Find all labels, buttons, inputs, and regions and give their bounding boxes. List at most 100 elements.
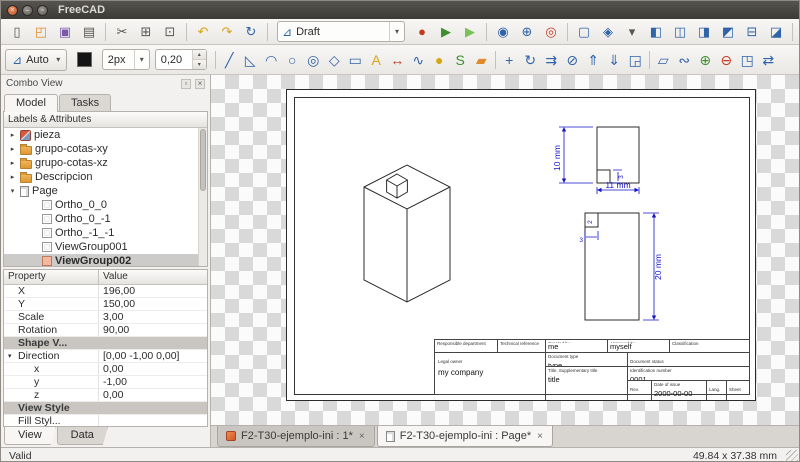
draft-polygon-icon[interactable]: ◇ xyxy=(324,48,345,72)
draft-ellipse-icon[interactable]: ◎ xyxy=(303,48,324,72)
panel-close-icon[interactable]: × xyxy=(195,79,205,89)
paste-icon[interactable]: ⊡ xyxy=(159,21,181,43)
expander-icon[interactable]: ▸ xyxy=(8,173,17,181)
property-row-scale[interactable]: Scale 3,00 xyxy=(4,311,207,324)
view-fit-icon[interactable]: ▢ xyxy=(573,21,595,43)
draft-scale-icon[interactable]: ◲ xyxy=(625,48,646,72)
property-row-x[interactable]: X 196,00 xyxy=(4,285,207,298)
property-value[interactable]: 150,00 xyxy=(99,298,207,310)
view-left-icon[interactable]: ◪ xyxy=(765,21,787,43)
view-dropdown-caret-icon[interactable]: ▾ xyxy=(621,21,643,43)
save-icon[interactable]: ▣ xyxy=(54,21,76,43)
tree-item-grupo-cotas-xz[interactable]: ▸ grupo-cotas-xz xyxy=(4,156,207,170)
view-front-icon[interactable]: ◧ xyxy=(645,21,667,43)
draft-arc-icon[interactable]: ◠ xyxy=(261,48,282,72)
draft-add-point-icon[interactable]: ⊕ xyxy=(695,48,716,72)
draft-edit-icon[interactable]: ▱ xyxy=(653,48,674,72)
draft-upgrade-icon[interactable]: ⇑ xyxy=(583,48,604,72)
draft-to-sketch-icon[interactable]: ⇄ xyxy=(758,48,779,72)
isometric-view[interactable] xyxy=(364,165,450,302)
working-plane-button[interactable]: ⊿ Auto ▾ xyxy=(5,49,67,71)
doc-tab-model[interactable]: F2-T30-ejemplo-ini : 1* × xyxy=(217,426,375,447)
macro-play-icon[interactable]: ▶ xyxy=(435,21,457,43)
draft-wire-icon[interactable]: ◺ xyxy=(240,48,261,72)
property-value[interactable]: 90,00 xyxy=(99,324,207,336)
draft-text-icon[interactable]: A xyxy=(366,48,387,72)
chevron-down-icon[interactable]: ▾ xyxy=(134,50,149,69)
tree-item-ortho-0-0[interactable]: Ortho_0_0 xyxy=(4,198,207,212)
tree-item-viewgroup001[interactable]: ViewGroup001 xyxy=(4,240,207,254)
zoom-in-icon[interactable]: ⊕ xyxy=(516,21,538,43)
refresh-icon[interactable]: ↻ xyxy=(240,21,262,43)
cut-icon[interactable]: ✂ xyxy=(111,21,133,43)
dimension-notch-3b[interactable]: 3 xyxy=(579,237,583,244)
draft-circle-icon[interactable]: ○ xyxy=(282,48,303,72)
window-close-button[interactable]: × xyxy=(7,5,18,16)
draft-bspline-icon[interactable]: ∿ xyxy=(408,48,429,72)
draft-move-icon[interactable]: + xyxy=(499,48,520,72)
property-value[interactable]: 0,00 xyxy=(99,363,207,375)
new-file-icon[interactable]: ▯ xyxy=(6,21,28,43)
draft-dimension-icon[interactable]: ↔ xyxy=(387,48,408,72)
window-minimize-button[interactable]: – xyxy=(22,5,33,16)
dimension-10mm[interactable]: 10 mm xyxy=(552,145,562,171)
scale-spinbox[interactable]: 0,20 ▴ ▾ xyxy=(155,49,207,70)
tree-item-viewgroup002[interactable]: ViewGroup002 xyxy=(4,254,207,266)
property-value[interactable]: 196,00 xyxy=(99,285,207,297)
workbench-selector[interactable]: ⊿ Draft ▾ xyxy=(277,21,405,42)
window-maximize-button[interactable]: ▫ xyxy=(37,5,48,16)
property-value[interactable]: [0,00 -1,00 0,00] xyxy=(99,350,207,362)
drawing-view-canvas[interactable]: 10 mm 11 mm 20 mm 3 2 3 Responsible dep xyxy=(211,75,799,425)
expander-icon[interactable]: ▾ xyxy=(8,187,17,195)
property-row-rotation[interactable]: Rotation 90,00 xyxy=(4,324,207,337)
draft-delete-point-icon[interactable]: ⊖ xyxy=(716,48,737,72)
titlebar[interactable]: ×–▫ FreeCAD xyxy=(1,1,799,19)
property-row-fill-style[interactable]: Fill Styl... xyxy=(4,415,207,427)
view-rear-icon[interactable]: ◩ xyxy=(717,21,739,43)
scrollbar-thumb[interactable] xyxy=(200,129,206,191)
macro-record-icon[interactable]: ● xyxy=(411,21,433,43)
tree-scrollbar[interactable] xyxy=(198,128,207,266)
property-row-direction-z[interactable]: z 0,00 xyxy=(4,389,207,402)
print-icon[interactable]: ▤ xyxy=(78,21,100,43)
tab-model[interactable]: Model xyxy=(4,94,58,112)
draft-line-icon[interactable]: ╱ xyxy=(219,48,240,72)
dimension-20mm[interactable]: 20 mm xyxy=(653,254,663,280)
view-right-icon[interactable]: ◨ xyxy=(693,21,715,43)
dimension-notch-3[interactable]: 3 xyxy=(618,175,625,179)
property-row-direction[interactable]: ▾Direction [0,00 -1,00 0,00] xyxy=(4,350,207,363)
draft-downgrade-icon[interactable]: ⇓ xyxy=(604,48,625,72)
draft-shapestring-icon[interactable]: S xyxy=(450,48,471,72)
navigation-style-icon[interactable]: ◉ xyxy=(492,21,514,43)
draft-point-icon[interactable]: ● xyxy=(429,48,450,72)
draft-trimex-icon[interactable]: ⊘ xyxy=(562,48,583,72)
tree-item-page[interactable]: ▾ Page xyxy=(4,184,207,198)
tab-tasks[interactable]: Tasks xyxy=(59,94,111,111)
doc-tab-page[interactable]: F2-T30-ejemplo-ini : Page* × xyxy=(377,426,553,447)
resize-grip[interactable] xyxy=(786,450,798,462)
drawing-page[interactable]: 10 mm 11 mm 20 mm 3 2 3 Responsible dep xyxy=(286,89,756,401)
tree-item-descripcion[interactable]: ▸ Descripcion xyxy=(4,170,207,184)
property-row-direction-x[interactable]: x 0,00 xyxy=(4,363,207,376)
close-icon[interactable]: × xyxy=(358,431,366,442)
view-top-icon[interactable]: ◫ xyxy=(669,21,691,43)
line-color-swatch[interactable] xyxy=(77,52,92,67)
tree-item-ortho-0--1[interactable]: Ortho_0_-1 xyxy=(4,212,207,226)
expander-icon[interactable]: ▸ xyxy=(8,131,17,139)
zoom-selection-icon[interactable]: ◎ xyxy=(540,21,562,43)
dimension-notch-2[interactable]: 2 xyxy=(587,220,594,224)
expander-icon[interactable]: ▸ xyxy=(8,159,17,167)
spin-down-icon[interactable]: ▾ xyxy=(193,60,206,69)
panel-float-icon[interactable]: ▫ xyxy=(181,79,191,89)
tab-view[interactable]: View xyxy=(4,427,56,445)
view-bottom-icon[interactable]: ⊟ xyxy=(741,21,763,43)
line-width-select[interactable]: 2px ▾ xyxy=(102,49,150,70)
draft-rectangle-icon[interactable]: ▭ xyxy=(345,48,366,72)
property-value[interactable]: 3,00 xyxy=(99,311,207,323)
property-value[interactable]: 0,00 xyxy=(99,389,207,401)
tree-item-ortho--1--1[interactable]: Ortho_-1_-1 xyxy=(4,226,207,240)
chevron-down-icon[interactable]: ▾ xyxy=(53,50,64,70)
tree-view[interactable]: ▸ pieza ▸ grupo-cotas-xy ▸ grupo-cotas-x… xyxy=(4,128,207,266)
property-group-view-style[interactable]: View Style xyxy=(4,402,207,415)
draft-shape2dview-icon[interactable]: ◳ xyxy=(737,48,758,72)
